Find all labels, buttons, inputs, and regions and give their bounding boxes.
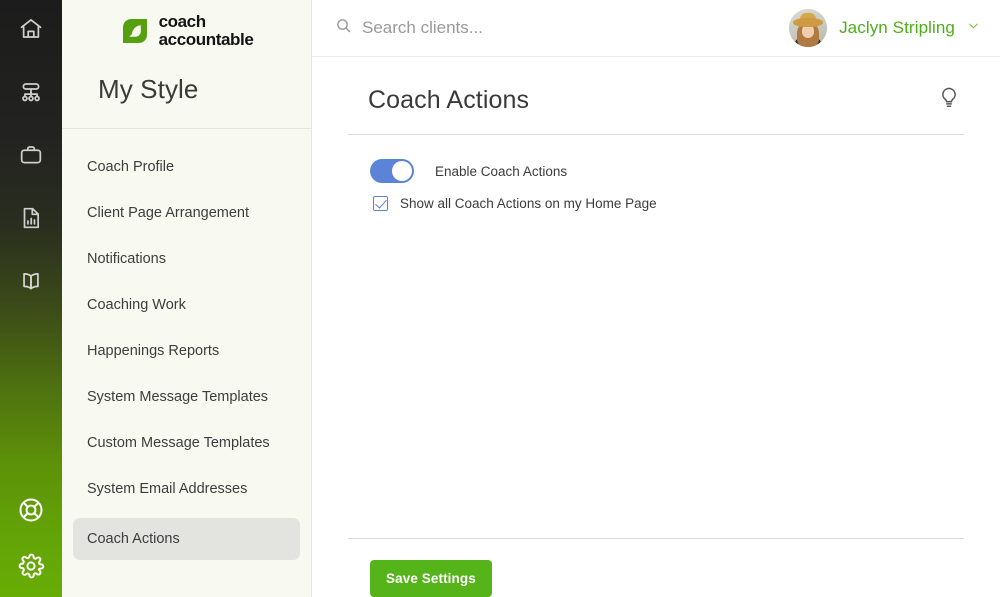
sidebar-item-client-page-arrangement[interactable]: Client Page Arrangement xyxy=(73,196,300,230)
page-header: Coach Actions xyxy=(348,57,964,134)
coach-actions-settings: Enable Coach Actions Show all Coach Acti… xyxy=(348,135,964,538)
book-icon[interactable] xyxy=(14,264,48,298)
settings-nav: Coach Profile Client Page Arrangement No… xyxy=(62,129,311,572)
chevron-down-icon[interactable] xyxy=(967,19,980,37)
page-title: Coach Actions xyxy=(368,86,530,114)
avatar xyxy=(789,9,828,47)
gear-icon[interactable] xyxy=(14,549,48,583)
show-all-home-page-row: Show all Coach Actions on my Home Page xyxy=(373,196,964,211)
sidebar-item-label: Happenings Reports xyxy=(87,343,220,359)
sidebar-item-label: System Email Addresses xyxy=(87,481,248,497)
save-settings-button[interactable]: Save Settings xyxy=(370,560,492,597)
sidebar-item-label: Client Page Arrangement xyxy=(87,205,250,221)
sidebar-item-label: Coaching Work xyxy=(87,297,186,313)
org-chart-icon[interactable] xyxy=(14,75,48,109)
footer-divider xyxy=(348,538,964,539)
client-search[interactable] xyxy=(335,17,789,39)
show-all-home-page-checkbox[interactable] xyxy=(373,196,388,211)
sidebar-item-label: Coach Profile xyxy=(87,159,175,175)
enable-coach-actions-toggle[interactable] xyxy=(370,159,414,183)
rail-bottom-group xyxy=(0,493,62,583)
page-footer: Save Settings xyxy=(348,538,964,597)
brand-logo[interactable]: coach accountable xyxy=(62,0,311,57)
report-file-icon[interactable] xyxy=(14,201,48,235)
global-icon-rail xyxy=(0,0,62,597)
settings-sidebar: coach accountable My Style Coach Profile… xyxy=(62,0,312,597)
sidebar-item-custom-message-templates[interactable]: Custom Message Templates xyxy=(73,426,300,460)
toggle-knob xyxy=(392,161,412,181)
brand-line-1: coach xyxy=(158,12,207,32)
sidebar-item-label: Coach Actions xyxy=(87,531,180,547)
home-icon[interactable] xyxy=(14,12,48,46)
sidebar-item-label: System Message Templates xyxy=(87,389,269,405)
show-all-home-page-label: Show all Coach Actions on my Home Page xyxy=(400,196,657,211)
page-content: Coach Actions Enable Coach Actions Show … xyxy=(312,57,1000,597)
enable-coach-actions-row: Enable Coach Actions xyxy=(370,159,964,183)
sidebar-item-label: Custom Message Templates xyxy=(87,435,270,451)
sidebar-item-coach-actions[interactable]: Coach Actions xyxy=(73,518,300,560)
sidebar-item-coach-profile[interactable]: Coach Profile xyxy=(73,150,300,184)
brand-line-2: accountable xyxy=(158,29,254,49)
sidebar-item-system-email-addresses[interactable]: System Email Addresses xyxy=(73,472,300,506)
app-root: coach accountable My Style Coach Profile… xyxy=(0,0,1000,597)
brand-wordmark: coach accountable xyxy=(159,13,254,48)
sidebar-item-system-message-templates[interactable]: System Message Templates xyxy=(73,380,300,414)
lightbulb-icon[interactable] xyxy=(934,84,964,117)
sidebar-heading-text: My Style xyxy=(98,74,199,104)
sidebar-item-label: Notifications xyxy=(87,251,166,267)
sidebar-item-notifications[interactable]: Notifications xyxy=(73,242,300,276)
search-input[interactable] xyxy=(362,18,692,38)
coach-accountable-leaf-icon xyxy=(120,16,150,46)
search-icon xyxy=(335,17,352,39)
life-ring-icon[interactable] xyxy=(14,493,48,527)
main-column: Jaclyn Stripling Coach Actions xyxy=(312,0,1000,597)
sidebar-heading: My Style xyxy=(62,57,311,129)
top-bar: Jaclyn Stripling xyxy=(312,0,1000,57)
user-name: Jaclyn Stripling xyxy=(839,18,955,37)
sidebar-item-happenings-reports[interactable]: Happenings Reports xyxy=(73,334,300,368)
rail-top-group xyxy=(14,0,48,298)
enable-coach-actions-label: Enable Coach Actions xyxy=(435,163,568,179)
user-menu[interactable]: Jaclyn Stripling xyxy=(789,9,984,47)
briefcase-icon[interactable] xyxy=(14,138,48,172)
sidebar-item-coaching-work[interactable]: Coaching Work xyxy=(73,288,300,322)
